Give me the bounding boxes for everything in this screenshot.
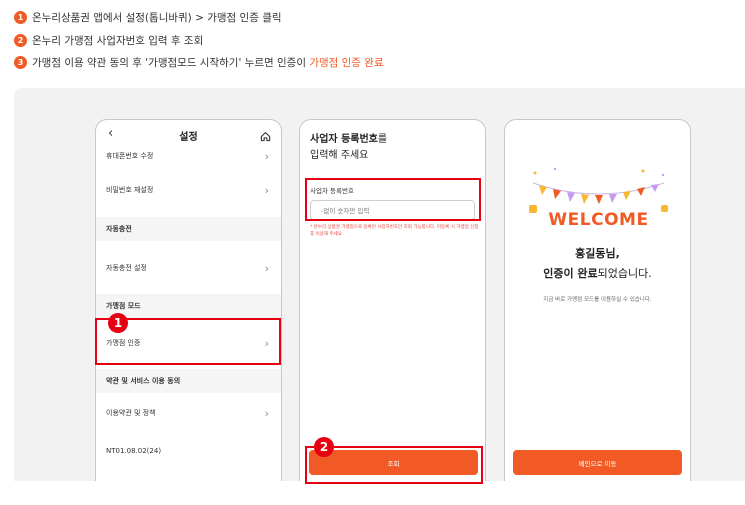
step-text: 가맹점 이용 약관 동의 후 '가맹점모드 시작하기' 누르면 인증이 [32,57,310,69]
page-title: 사업자 등록번호를 입력해 주세요 [310,132,387,164]
completion-subtext: 지금 바로 가맹점 모드를 이용하실 수 있습니다. [543,297,652,303]
version-text: NT01.08.02(24) [96,441,281,461]
row-label: NT01.08.02(24) [106,447,162,455]
step-3: 3 가맹점 이용 약관 동의 후 '가맹점모드 시작하기' 누르면 인증이 가맹… [14,55,384,70]
completion-message: 인증이 완료되었습니다. [505,265,690,281]
chevron-right-icon: › [264,261,269,275]
welcome-screen: WELCOME 홍길동님, 인증이 완료되었습니다. 지금 바로 가맹점 모드를… [504,119,691,481]
marker-1: 1 [108,313,128,333]
settings-row-password-reset[interactable]: 비밀번호 재설정 › [96,180,281,200]
welcome-title: WELCOME [548,210,649,230]
title-line2: 입력해 주세요 [310,150,369,161]
chevron-right-icon: › [264,183,269,197]
step-highlight-text: 가맹점 인증 완료 [309,57,384,69]
row-label: 휴대폰번호 수정 [106,152,154,160]
welcome-banner: WELCOME [525,165,672,245]
settings-row-terms[interactable]: 이용약관 및 정책 › [96,403,281,423]
user-name: 홍길동님, [575,247,620,260]
step-1: 1 온누리상품권 앱에서 설정(톱니바퀴) > 가맹점 인증 클릭 [14,10,282,25]
step-text: 온누리상품권 앱에서 설정(톱니바퀴) > 가맹점 인증 클릭 [32,12,282,24]
settings-header: ‹ 설정 [96,126,281,144]
title-rest: 를 [377,134,388,145]
notice-text: * 온누리 상품권 가맹점으로 등록된 사업자번호만 조회 가능합니다. 미등록… [310,225,479,237]
step-number-badge: 1 [14,11,27,24]
business-number-screen: 사업자 등록번호를 입력해 주세요 사업자 등록번호 -없이 숫자만 입력 * … [299,119,486,481]
go-main-button[interactable]: 메인으로 이동 [513,450,682,475]
step-number-badge: 2 [14,34,27,47]
home-icon[interactable] [260,127,271,146]
completion-rest: 되었습니다. [597,267,652,280]
completion-bold: 인증이 완료 [543,267,598,280]
page-title: 설정 [179,132,198,143]
title-bold: 사업자 등록번호 [310,134,378,145]
row-label: 자동충전 설정 [106,264,147,272]
row-label: 비밀번호 재설정 [106,186,154,194]
step-number-badge: 3 [14,56,27,69]
section-terms: 약관 및 서비스 이용 동의 [96,369,281,393]
chevron-right-icon: › [264,149,269,163]
section-auto-charge: 자동충전 [96,217,281,241]
marker-2: 2 [314,437,334,457]
row-label: 이용약관 및 정책 [106,409,156,417]
settings-row-phone-edit[interactable]: 휴대폰번호 수정 › [96,148,281,164]
highlight-box-business-field [305,178,481,221]
settings-screen: ‹ 설정 휴대폰번호 수정 › 비밀번호 재설정 › 자동충전 자동충전 설정 › 가… [95,119,282,481]
settings-row-auto-charge[interactable]: 자동충전 설정 › [96,258,281,278]
step-2: 2 온누리 가맹점 사업자번호 입력 후 조회 [14,33,203,48]
step-text: 온누리 가맹점 사업자번호 입력 후 조회 [32,35,204,47]
chevron-right-icon: › [264,406,269,420]
